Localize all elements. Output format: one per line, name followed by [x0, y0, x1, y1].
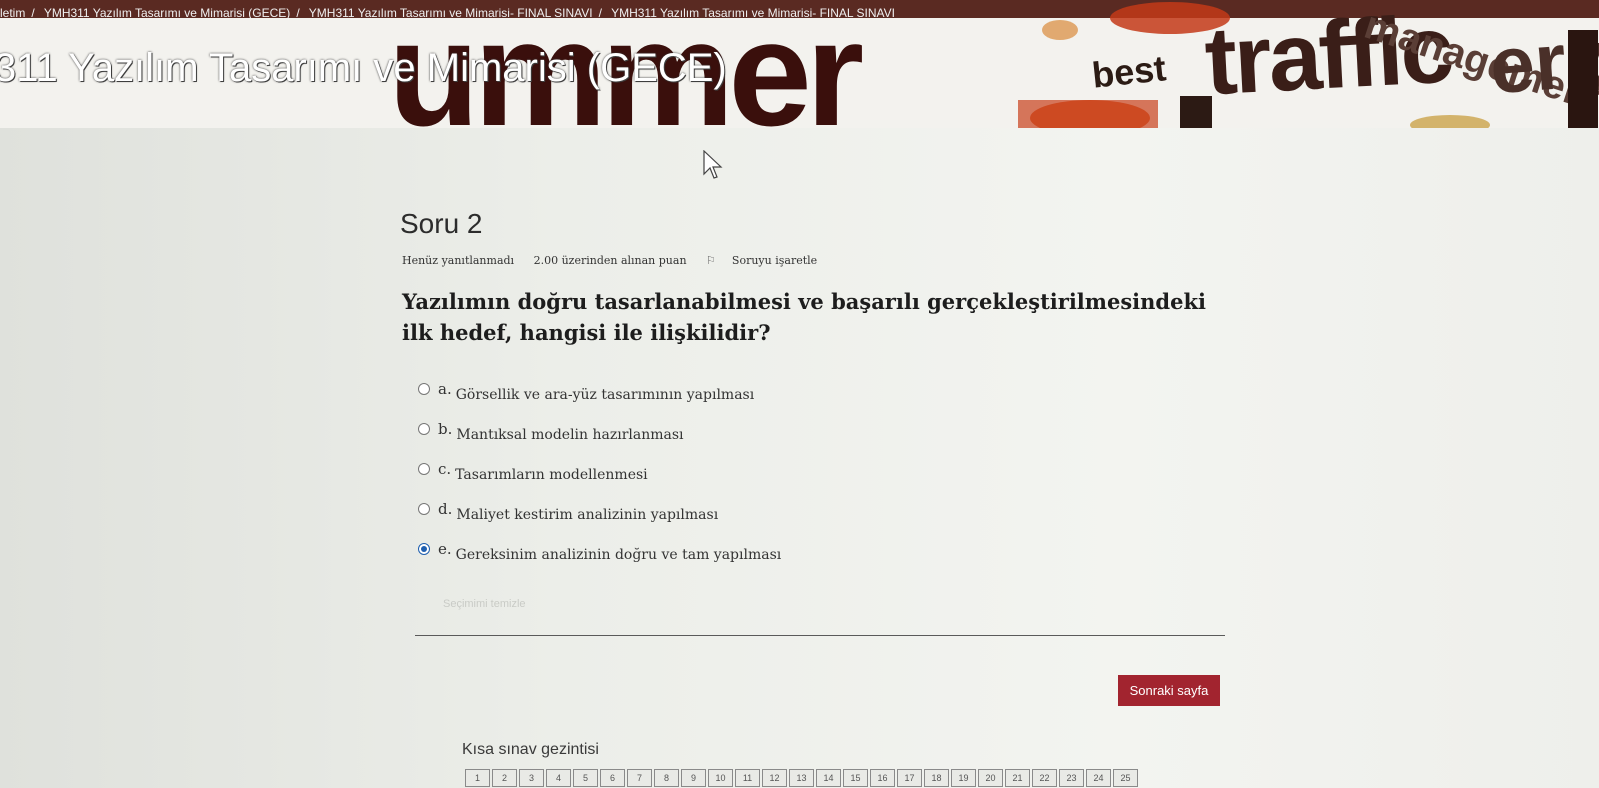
quiz-nav-button[interactable]: 25	[1113, 769, 1138, 787]
flag-question-link[interactable]: ⚐ Soruyu işaretle	[706, 254, 833, 267]
answer-option-a[interactable]: a. Görsellik ve ara-yüz tasarımının yapı…	[418, 380, 781, 420]
quiz-nav-button[interactable]: 23	[1059, 769, 1084, 787]
quiz-nav-button[interactable]: 9	[681, 769, 706, 787]
divider	[415, 635, 1225, 636]
quiz-nav-button[interactable]: 24	[1086, 769, 1111, 787]
radio-button-selected[interactable]	[418, 543, 430, 555]
breadcrumb-separator: /	[598, 6, 602, 20]
flag-icon: ⚐	[706, 254, 716, 267]
breadcrumb-item[interactable]: letim	[0, 6, 25, 20]
question-number: Soru 2	[400, 208, 483, 239]
question-points: 2.00 üzerinden alınan puan	[533, 254, 687, 267]
answer-option-c[interactable]: c. Tasarımların modellenmesi	[418, 460, 781, 500]
quiz-nav-button[interactable]: 8	[654, 769, 679, 787]
quiz-navigation-title: Kısa sınav gezintisi	[462, 741, 599, 758]
answer-option-b[interactable]: b. Mantıksal modelin hazırlanması	[418, 420, 781, 460]
answer-letter: a.	[438, 380, 452, 398]
quiz-nav-button[interactable]: 10	[708, 769, 733, 787]
radio-button[interactable]	[418, 463, 430, 475]
question-status: Henüz yanıtlanmadı	[402, 254, 515, 267]
quiz-nav-button[interactable]: 17	[897, 769, 922, 787]
quiz-nav-button[interactable]: 4	[546, 769, 571, 787]
quiz-nav-button[interactable]: 11	[735, 769, 760, 787]
quiz-nav-button[interactable]: 5	[573, 769, 598, 787]
quiz-nav-button[interactable]: 2	[492, 769, 517, 787]
quiz-nav-button[interactable]: 1	[465, 769, 490, 787]
main-content-area	[0, 128, 1599, 788]
quiz-nav-button[interactable]: 19	[951, 769, 976, 787]
radio-button[interactable]	[418, 423, 430, 435]
breadcrumb-item[interactable]: YMH311 Yazılım Tasarımı ve Mimarisi- FIN…	[611, 6, 895, 20]
quiz-nav-button[interactable]: 21	[1005, 769, 1030, 787]
radio-button[interactable]	[418, 383, 430, 395]
clear-choice-link[interactable]: Seçimimi temizle	[443, 598, 526, 610]
answer-text[interactable]: Görsellik ve ara-yüz tasarımının yapılma…	[456, 387, 755, 403]
next-page-button[interactable]: Sonraki sayfa	[1118, 675, 1220, 706]
quiz-navigation: 1 2 3 4 5 6 7 8 9 10 11 12 13 14 15 16 17 18 19 20 21 22 23 24 2…	[465, 769, 1138, 787]
quiz-nav-button[interactable]: 6	[600, 769, 625, 787]
course-banner: ummer best traffic management erp letim /…	[0, 0, 1599, 128]
quiz-nav-button[interactable]: 18	[924, 769, 949, 787]
question-text: Yazılımın doğru tasarlanabilmesi ve başa…	[402, 289, 1206, 345]
quiz-nav-button[interactable]: 3	[519, 769, 544, 787]
quiz-nav-button[interactable]: 20	[978, 769, 1003, 787]
quiz-nav-button[interactable]: 16	[870, 769, 895, 787]
breadcrumb-separator: /	[296, 6, 300, 20]
flag-question-label: Soruyu işaretle	[731, 254, 818, 267]
course-title: 311 Yazılım Tasarımı ve Mimarisi (GECE)	[0, 46, 727, 90]
breadcrumb-item[interactable]: YMH311 Yazılım Tasarımı ve Mimarisi- FIN…	[309, 6, 593, 20]
breadcrumb-separator: /	[31, 6, 35, 20]
answer-list: a. Görsellik ve ara-yüz tasarımının yapı…	[418, 380, 781, 580]
answer-letter: c.	[438, 460, 452, 478]
answer-letter: d.	[438, 500, 453, 518]
breadcrumb: letim / YMH311 Yazılım Tasarımı ve Mimari…	[0, 6, 895, 20]
quiz-nav-button[interactable]: 22	[1032, 769, 1057, 787]
answer-text[interactable]: Gereksinim analizinin doğru ve tam yapıl…	[456, 547, 782, 563]
answer-letter: e.	[438, 540, 452, 558]
answer-option-d[interactable]: d. Maliyet kestirim analizinin yapılması	[418, 500, 781, 540]
answer-text[interactable]: Tasarımların modellenmesi	[455, 467, 647, 483]
quiz-nav-button[interactable]: 13	[789, 769, 814, 787]
quiz-nav-button[interactable]: 12	[762, 769, 787, 787]
quiz-nav-button[interactable]: 15	[843, 769, 868, 787]
quiz-nav-button[interactable]: 14	[816, 769, 841, 787]
radio-button[interactable]	[418, 503, 430, 515]
answer-letter: b.	[438, 420, 453, 438]
answer-text[interactable]: Maliyet kestirim analizinin yapılması	[456, 507, 718, 523]
question-info: Henüz yanıtlanmadı 2.00 üzerinden alınan…	[402, 254, 849, 267]
mouse-cursor-icon	[703, 150, 723, 179]
answer-text[interactable]: Mantıksal modelin hazırlanması	[456, 427, 683, 443]
breadcrumb-item[interactable]: YMH311 Yazılım Tasarımı ve Mimarisi (GEC…	[44, 6, 291, 20]
quiz-nav-button[interactable]: 7	[627, 769, 652, 787]
answer-option-e[interactable]: e. Gereksinim analizinin doğru ve tam ya…	[418, 540, 781, 580]
